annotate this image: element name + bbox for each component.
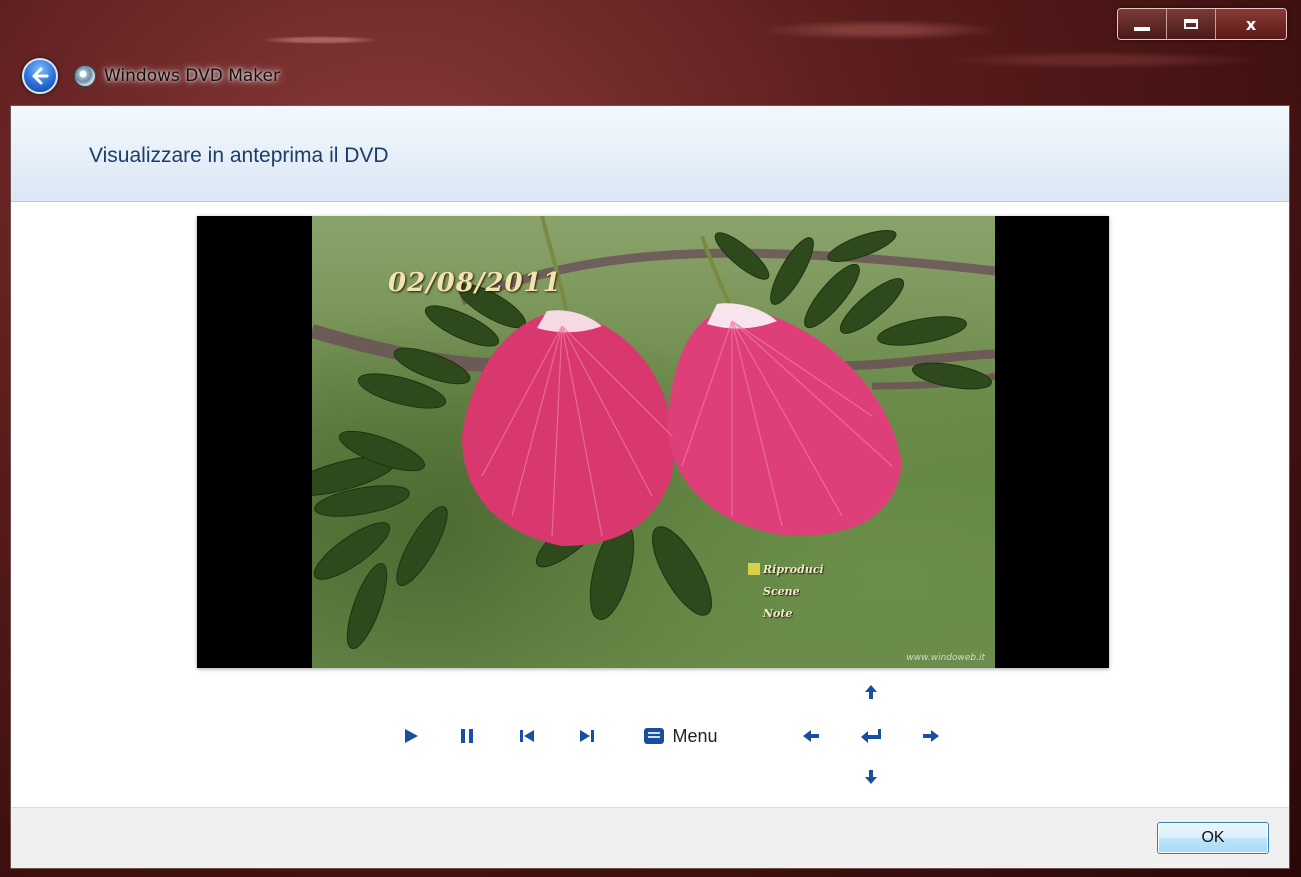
dvd-preview-screen: 02/08/2011 Riproduci Scene Note www.wind… bbox=[197, 216, 1109, 668]
arrow-up-icon bbox=[865, 685, 877, 699]
dvd-menu-item-label: Scene bbox=[763, 584, 800, 598]
menu-button-label: Menu bbox=[672, 725, 718, 746]
nav-down-button[interactable] bbox=[859, 766, 883, 788]
back-arrow-icon bbox=[32, 67, 49, 85]
minimize-icon bbox=[1134, 27, 1150, 31]
dvd-menu-item-note[interactable]: Note bbox=[748, 602, 824, 624]
dvd-menu-item-label: Note bbox=[763, 606, 793, 620]
arrow-right-icon bbox=[923, 730, 939, 742]
dvd-maker-window: x Windows DVD Maker Visualizzare in ante… bbox=[0, 0, 1301, 877]
ok-button[interactable]: OK bbox=[1157, 822, 1269, 854]
dvd-menu-item-scene[interactable]: Scene bbox=[748, 580, 824, 602]
play-icon bbox=[405, 729, 418, 743]
nav-enter-button[interactable] bbox=[857, 724, 885, 748]
menu-icon bbox=[644, 728, 665, 744]
maximize-button[interactable] bbox=[1167, 9, 1216, 39]
play-button[interactable] bbox=[399, 724, 423, 748]
dvd-menu-item-riproduci[interactable]: Riproduci bbox=[748, 558, 824, 580]
previous-chapter-icon bbox=[520, 730, 534, 742]
close-icon: x bbox=[1245, 14, 1257, 34]
dvd-menu-overlay: Riproduci Scene Note bbox=[748, 558, 824, 624]
pause-icon bbox=[461, 729, 473, 743]
footer: OK bbox=[11, 807, 1289, 868]
enter-icon bbox=[861, 729, 881, 743]
date-overlay: 02/08/2011 bbox=[388, 268, 562, 298]
close-button[interactable]: x bbox=[1216, 9, 1286, 39]
minimize-button[interactable] bbox=[1118, 9, 1167, 39]
nav-right-button[interactable] bbox=[919, 724, 943, 748]
pause-button[interactable] bbox=[455, 724, 479, 748]
nav-up-button[interactable] bbox=[859, 681, 883, 703]
back-button[interactable] bbox=[22, 58, 58, 94]
arrow-down-icon bbox=[865, 770, 877, 784]
client-area: Visualizzare in anteprima il DVD 02/08/2… bbox=[10, 105, 1290, 869]
selected-bullet bbox=[748, 563, 760, 575]
page-title: Visualizzare in anteprima il DVD bbox=[89, 144, 389, 167]
maximize-icon bbox=[1184, 19, 1198, 29]
watermark: www.windoweb.it bbox=[906, 653, 985, 663]
app-title: Windows DVD Maker bbox=[104, 66, 280, 86]
next-chapter-button[interactable] bbox=[575, 724, 599, 748]
previous-chapter-button[interactable] bbox=[515, 724, 539, 748]
dvd-maker-app-icon bbox=[74, 65, 96, 87]
title-row: Windows DVD Maker bbox=[22, 58, 280, 94]
arrow-left-icon bbox=[803, 730, 819, 742]
dvd-menu-item-label: Riproduci bbox=[763, 562, 824, 576]
caption-buttons: x bbox=[1117, 8, 1287, 40]
preview-photo: 02/08/2011 Riproduci Scene Note www.wind… bbox=[312, 216, 995, 668]
menu-button[interactable]: Menu bbox=[633, 721, 729, 751]
nav-left-button[interactable] bbox=[799, 724, 823, 748]
header: Visualizzare in anteprima il DVD bbox=[11, 106, 1289, 202]
next-chapter-icon bbox=[580, 730, 594, 742]
